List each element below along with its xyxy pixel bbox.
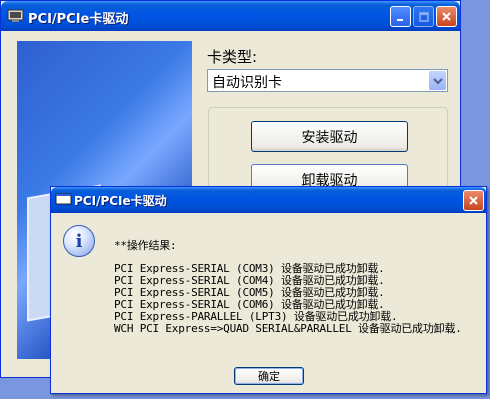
- ok-button[interactable]: 确定: [234, 367, 304, 385]
- card-type-select[interactable]: 自动识别卡: [207, 69, 448, 92]
- dialog-titlebar[interactable]: PCI/PCIe卡驱动: [51, 187, 486, 213]
- minimize-icon: [396, 7, 406, 26]
- result-dialog: PCI/PCIe卡驱动 i **操作结果: PCI Express-SERIAL…: [50, 186, 487, 394]
- app-window-icon: [7, 8, 24, 23]
- dialog-title: PCI/PCIe卡驱动: [74, 194, 167, 208]
- result-line: WCH PCI Express=>QUAD SERIAL&PARALLEL 设备…: [114, 322, 462, 335]
- main-close-button[interactable]: [436, 6, 457, 27]
- card-type-label: 卡类型:: [207, 48, 258, 66]
- main-window-title: PCI/PCIe卡驱动: [28, 12, 129, 27]
- close-icon: [441, 7, 452, 26]
- main-titlebar[interactable]: PCI/PCIe卡驱动: [1, 1, 460, 31]
- chevron-down-icon[interactable]: [429, 71, 446, 90]
- install-driver-button[interactable]: 安装驱动: [251, 121, 408, 152]
- minimize-button[interactable]: [390, 6, 411, 27]
- card-type-value: 自动识别卡: [212, 75, 282, 91]
- maximize-icon: [418, 7, 429, 26]
- dialog-close-button[interactable]: [463, 190, 484, 211]
- result-heading: **操作结果:: [114, 239, 177, 252]
- close-icon: [468, 191, 479, 210]
- dialog-window-icon: [55, 192, 72, 207]
- info-icon: i: [63, 225, 95, 257]
- maximize-button[interactable]: [413, 6, 434, 27]
